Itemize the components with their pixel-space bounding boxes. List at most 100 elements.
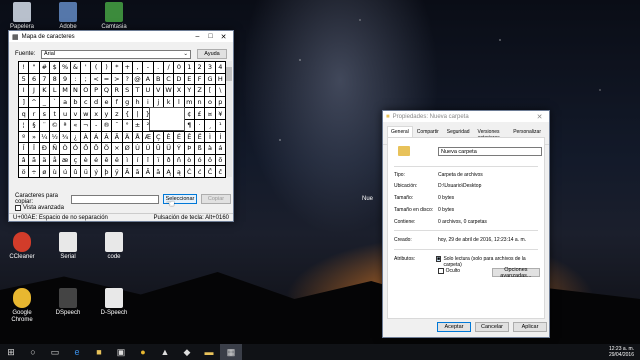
character-cell[interactable]: ) [101, 62, 113, 74]
character-cell[interactable]: í [132, 154, 144, 167]
character-cell[interactable]: # [39, 62, 51, 74]
task-view-icon[interactable]: ▭ [44, 344, 66, 360]
character-cell[interactable]: õ [215, 154, 226, 167]
character-cell[interactable]: É [174, 131, 185, 144]
charmap-taskbar-icon[interactable]: ▦ [220, 344, 242, 360]
app-icon[interactable]: ◆ [176, 344, 198, 360]
grid-scrollbar[interactable] [226, 61, 232, 177]
hidden-checkbox[interactable] [438, 268, 444, 274]
help-button[interactable]: Ayuda [197, 49, 227, 59]
character-cell[interactable]: ª [60, 119, 71, 132]
character-cell[interactable]: Ú [143, 143, 154, 155]
character-cell[interactable]: Ì [205, 131, 216, 144]
character-cell[interactable]: Ñ [50, 143, 61, 155]
character-cell[interactable]: ć [194, 166, 206, 178]
character-cell[interactable]: § [29, 119, 40, 132]
character-cell[interactable]: | [132, 108, 144, 120]
character-cell[interactable]: Ĉ [205, 166, 216, 178]
desktop-icon-dspeech[interactable]: DSpeech [48, 288, 88, 317]
character-cell[interactable]: Á [91, 131, 102, 144]
cancel-button[interactable]: Cancelar [475, 322, 509, 332]
character-cell[interactable]: . [153, 62, 164, 74]
character-cell[interactable]: 4 [215, 62, 226, 74]
character-cell[interactable]: V [153, 85, 164, 97]
maximize-icon[interactable]: □ [204, 33, 217, 40]
character-cell[interactable]: ( [91, 62, 102, 74]
character-cell[interactable]: A [143, 73, 154, 86]
font-select[interactable]: Arial ⌄ [41, 49, 191, 59]
character-cell[interactable]: þ [101, 166, 113, 178]
character-cell[interactable]: ¸ [205, 119, 216, 132]
ok-button[interactable]: Aceptar [437, 322, 471, 332]
character-cell[interactable]: > [112, 73, 123, 86]
character-cell[interactable]: v [70, 108, 82, 120]
character-cell[interactable]: Î [19, 143, 30, 155]
charmap-titlebar[interactable]: ▦ Mapa de caracteres – □ ✕ [9, 31, 233, 42]
character-cell[interactable]: ð [163, 154, 175, 167]
character-cell[interactable]: £ [194, 108, 206, 120]
character-cell[interactable]: f [112, 96, 123, 109]
character-cell[interactable]: ó [194, 154, 206, 167]
character-cell[interactable]: â [19, 154, 30, 167]
character-cell[interactable]: C [163, 73, 175, 86]
character-cell[interactable]: r [29, 108, 40, 120]
character-cell[interactable]: ' [81, 62, 92, 74]
character-cell[interactable]: b [70, 96, 82, 109]
character-cell[interactable]: 3 [205, 62, 216, 74]
character-cell[interactable]: ] [19, 96, 30, 109]
character-cell[interactable]: ` [50, 96, 61, 109]
character-cell[interactable]: ý [91, 166, 102, 178]
character-cell[interactable]: î [143, 154, 154, 167]
character-cell[interactable]: w [81, 108, 92, 120]
character-cell[interactable]: 0 [174, 62, 185, 74]
character-cell[interactable]: Þ [184, 143, 195, 155]
character-cell[interactable]: ä [39, 154, 51, 167]
character-cell[interactable]: [ [205, 85, 216, 97]
character-cell[interactable]: º [19, 131, 30, 144]
character-cell[interactable]: · [194, 119, 206, 132]
character-cell[interactable]: d [91, 96, 102, 109]
character-cell[interactable]: / [163, 62, 175, 74]
character-cell[interactable]: P [91, 85, 102, 97]
character-cell[interactable]: ú [60, 166, 71, 178]
close-icon[interactable]: ✕ [533, 113, 546, 121]
advanced-view-checkbox[interactable] [15, 205, 21, 211]
copy-button[interactable]: Copiar [201, 194, 231, 204]
desktop-icon-d-speech[interactable]: D-Speech [94, 288, 134, 317]
character-cell[interactable]: æ [60, 154, 71, 167]
character-cell[interactable]: Ý [174, 143, 185, 155]
desktop-icon-chrome[interactable]: Google Chrome [2, 288, 42, 324]
character-cell[interactable]: ^ [29, 96, 40, 109]
character-cell[interactable]: * [112, 62, 123, 74]
character-cell[interactable]: g [122, 96, 133, 109]
character-cell[interactable]: Ç [153, 131, 164, 144]
character-cell[interactable]: m [184, 96, 195, 109]
character-cell[interactable]: \ [215, 85, 226, 97]
character-cell[interactable]: ą [174, 166, 185, 178]
character-cell[interactable]: Ã [112, 131, 123, 144]
character-cell[interactable]: < [91, 73, 102, 86]
character-cell[interactable]: ? [122, 73, 133, 86]
character-cell[interactable]: E [184, 73, 195, 86]
character-cell[interactable]: é [91, 154, 102, 167]
store-icon[interactable]: ▣ [110, 344, 132, 360]
character-cell[interactable]: Æ [143, 131, 154, 144]
character-cell[interactable]: á [215, 143, 226, 155]
character-cell[interactable]: à [205, 143, 216, 155]
character-cell[interactable]: Õ [91, 143, 102, 155]
character-cell[interactable]: ã [29, 154, 40, 167]
character-cell[interactable]: Ü [163, 143, 175, 155]
character-cell[interactable]: h [132, 96, 144, 109]
character-cell[interactable]: ¾ [60, 131, 71, 144]
character-cell[interactable]: { [122, 108, 133, 120]
character-cell[interactable]: Í [215, 131, 226, 144]
desktop-icon-camtasia[interactable]: Camtasia [94, 2, 134, 31]
character-cell[interactable]: À [81, 131, 92, 144]
advanced-options-button[interactable]: Opciones avanzadas... [491, 267, 540, 279]
character-cell[interactable]: ¹ [215, 119, 226, 132]
character-cell[interactable]: K [39, 85, 51, 97]
character-cell[interactable]: ¬ [81, 119, 92, 132]
character-cell[interactable]: Y [184, 85, 195, 97]
character-cell[interactable]: X [174, 85, 185, 97]
character-cell[interactable]: ® [101, 119, 113, 132]
